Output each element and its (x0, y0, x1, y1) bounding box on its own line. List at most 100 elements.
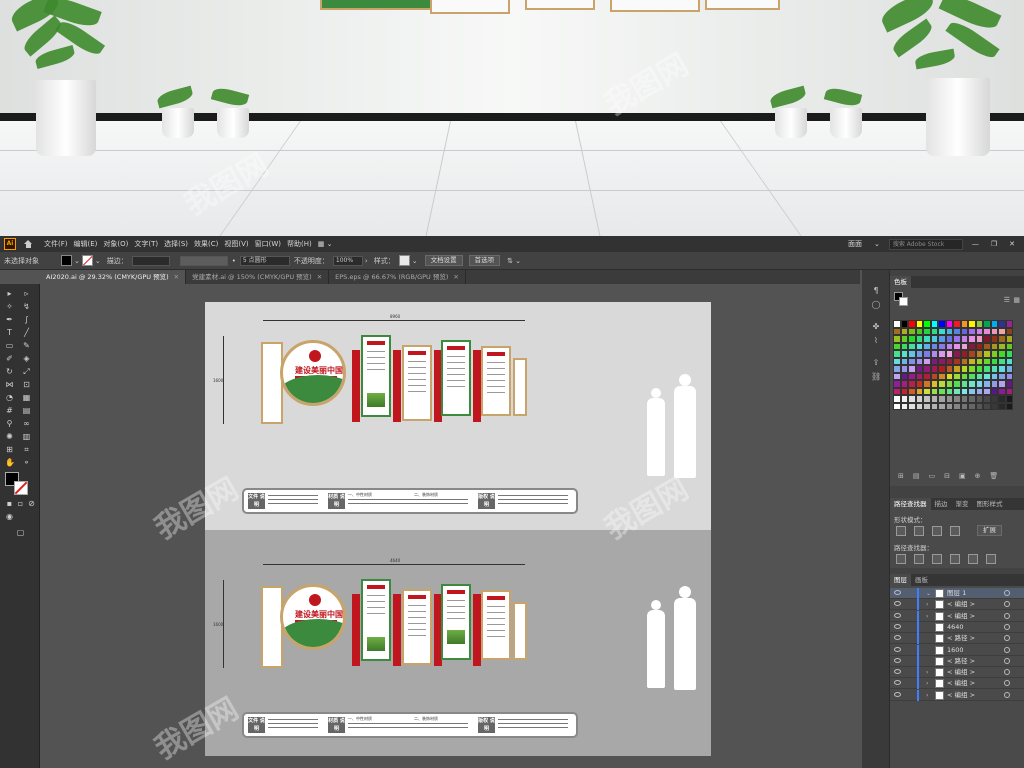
type-tool-icon[interactable]: T (5, 328, 14, 337)
color-swatch[interactable] (938, 320, 946, 328)
color-swatch[interactable] (938, 365, 946, 373)
color-swatch[interactable] (998, 327, 1006, 335)
artboard-tool-icon[interactable]: ⊞ (5, 445, 14, 454)
color-swatch[interactable] (975, 327, 983, 335)
color-swatch[interactable] (930, 327, 938, 335)
color-swatch[interactable] (990, 342, 998, 350)
tab-pathfinder[interactable]: 路径查找器 (890, 498, 931, 510)
expand-arrow-icon[interactable]: › (926, 690, 928, 701)
color-swatch[interactable] (990, 387, 998, 395)
visibility-eye-icon[interactable] (894, 691, 901, 697)
expand-arrow-icon[interactable]: › (926, 667, 928, 678)
target-circle-icon[interactable] (1004, 680, 1010, 687)
color-swatch[interactable] (945, 380, 953, 388)
color-swatch[interactable] (960, 380, 968, 388)
minimize-icon[interactable]: — (972, 240, 979, 248)
style-chevron-icon[interactable]: ⌄ (412, 257, 418, 265)
color-swatch[interactable] (945, 365, 953, 373)
color-swatch[interactable] (960, 327, 968, 335)
color-swatch[interactable] (908, 342, 916, 350)
symbols-icon[interactable]: ✤ (871, 322, 881, 332)
color-swatch[interactable] (930, 357, 938, 365)
shaper-tool-icon[interactable]: ✐ (5, 354, 14, 363)
paragraph-icon[interactable]: ¶ (871, 286, 881, 296)
grid-view-icon[interactable]: ▦ (1013, 296, 1020, 304)
document-setup-button[interactable]: 文档设置 (424, 255, 463, 266)
layer-row[interactable]: › < 编组 > (890, 610, 1024, 622)
zoom-tool-icon[interactable]: ⚬ (22, 458, 31, 467)
blend-tool-icon[interactable]: ∞ (22, 419, 31, 428)
color-swatch[interactable] (998, 335, 1006, 343)
color-swatch[interactable] (1005, 372, 1013, 380)
visibility-eye-icon[interactable] (894, 612, 901, 618)
color-swatch[interactable] (968, 357, 976, 365)
preferences-button[interactable]: 首选项 (468, 255, 501, 266)
merge-icon[interactable] (932, 554, 942, 564)
draw-mode-icon[interactable]: ◉ (5, 512, 14, 521)
color-swatch[interactable] (930, 350, 938, 358)
stroke-chevron-icon[interactable]: ⌄ (95, 257, 101, 265)
color-swatch[interactable] (975, 402, 983, 410)
color-swatch[interactable] (900, 380, 908, 388)
color-swatch[interactable] (968, 380, 976, 388)
color-swatch[interactable] (923, 387, 931, 395)
color-swatch[interactable] (953, 335, 961, 343)
visibility-eye-icon[interactable] (894, 635, 901, 641)
color-swatch[interactable] (930, 365, 938, 373)
color-swatch[interactable] (930, 335, 938, 343)
color-swatch[interactable] (930, 372, 938, 380)
outline-icon[interactable] (968, 554, 978, 564)
color-swatch[interactable] (938, 327, 946, 335)
color-swatch[interactable] (900, 342, 908, 350)
color-swatch[interactable] (953, 350, 961, 358)
character-icon[interactable]: ◯ (871, 300, 881, 310)
color-swatch[interactable] (908, 387, 916, 395)
color-swatch[interactable] (915, 372, 923, 380)
layer-row[interactable]: 1600 (890, 644, 1024, 656)
free-transform-icon[interactable]: ⊡ (22, 380, 31, 389)
color-swatch[interactable] (953, 380, 961, 388)
color-swatch[interactable] (945, 335, 953, 343)
color-swatch[interactable] (945, 402, 953, 410)
tab-graphic-styles[interactable]: 图形样式 (973, 498, 1007, 510)
color-swatch[interactable] (990, 380, 998, 388)
color-swatch[interactable] (915, 402, 923, 410)
visibility-eye-icon[interactable] (894, 680, 901, 686)
color-swatch[interactable] (923, 327, 931, 335)
tab-document-3[interactable]: EPS.eps @ 66.67% (RGB/GPU 预览) ✕ (329, 270, 466, 284)
color-swatch[interactable] (923, 350, 931, 358)
target-circle-icon[interactable] (1004, 691, 1010, 698)
rectangle-tool-icon[interactable]: ▭ (5, 341, 14, 350)
color-swatch[interactable] (998, 320, 1006, 328)
color-swatch[interactable] (900, 350, 908, 358)
menu-select[interactable]: 选择(S) (164, 239, 188, 249)
target-circle-icon[interactable] (1004, 590, 1010, 596)
color-swatch[interactable] (990, 327, 998, 335)
color-swatch[interactable] (983, 387, 991, 395)
arrange-documents-icon[interactable]: ▦ ⌄ (318, 240, 333, 248)
color-swatch[interactable] (960, 335, 968, 343)
color-swatch[interactable] (990, 365, 998, 373)
color-swatch[interactable] (930, 320, 938, 328)
target-circle-icon[interactable] (1004, 612, 1010, 619)
workspace-chevron-icon[interactable]: ⌄ (874, 240, 880, 248)
tab-layers[interactable]: 图层 (890, 574, 911, 586)
pen-tool-icon[interactable]: ✒ (5, 315, 14, 324)
color-swatch[interactable] (900, 357, 908, 365)
color-swatch[interactable] (975, 335, 983, 343)
color-swatch[interactable] (990, 395, 998, 403)
layer-row[interactable]: ⌄ 图层 1 (890, 588, 1024, 599)
color-swatch[interactable] (1005, 387, 1013, 395)
close-tab-icon[interactable]: ✕ (453, 273, 458, 281)
color-swatch[interactable] (908, 395, 916, 403)
color-swatch[interactable] (915, 350, 923, 358)
line-tool-icon[interactable]: ╱ (22, 328, 31, 337)
workspace-switcher[interactable]: 面面 (848, 239, 862, 249)
color-swatch[interactable] (975, 372, 983, 380)
color-swatch[interactable] (923, 365, 931, 373)
color-swatch[interactable] (953, 342, 961, 350)
color-swatch[interactable] (990, 335, 998, 343)
color-swatch[interactable] (893, 365, 901, 373)
color-swatch[interactable] (998, 402, 1006, 410)
hand-tool-icon[interactable]: ✋ (5, 458, 15, 467)
